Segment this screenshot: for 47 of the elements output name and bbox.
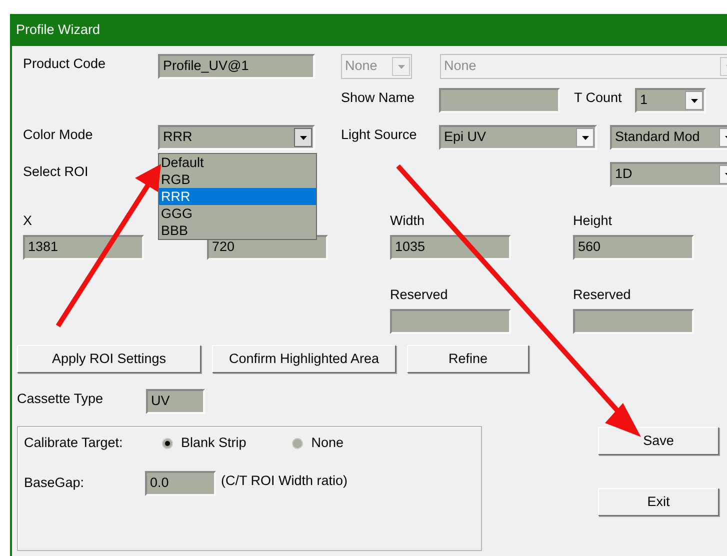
dropdown[interactable]: 1 [635, 88, 706, 113]
reserved-field[interactable] [390, 309, 511, 334]
field-label: Light Source [341, 127, 417, 142]
product-code-field[interactable]: Profile_UV@1 [158, 54, 315, 79]
field-label: X [23, 213, 32, 228]
window-title: Profile Wizard [16, 20, 100, 39]
caret-icon [582, 136, 588, 140]
dropdown-option[interactable]: Default [159, 154, 316, 171]
field-label: Calibrate Target: [24, 435, 123, 450]
dropdown[interactable]: RRR [158, 125, 315, 150]
field-label: Cassette Type [17, 391, 104, 406]
field-label: Product Code [23, 56, 106, 71]
dropdown-option[interactable]: RRR [159, 188, 316, 205]
push-button[interactable]: Save [598, 427, 719, 455]
field-label: Reserved [390, 287, 448, 302]
field-label: Reserved [573, 287, 631, 302]
roi-field[interactable]: 1381 [23, 235, 144, 260]
dropdown-option[interactable]: RGB [159, 171, 316, 188]
radio-label: Blank Strip [181, 434, 246, 452]
caret-icon [300, 136, 306, 140]
field-label: Width [390, 213, 425, 228]
field-label: Color Mode [23, 127, 93, 142]
roi-field[interactable]: 560 [573, 235, 694, 260]
caret-icon [398, 64, 404, 68]
radio-button[interactable] [292, 438, 304, 449]
dropdown[interactable]: 1D [610, 162, 727, 187]
reserved-field[interactable] [573, 309, 694, 334]
roi-field[interactable]: 1035 [390, 235, 511, 260]
field-label: Show Name [341, 90, 415, 105]
radio-label: None [311, 434, 344, 452]
dropdown[interactable]: Standard Mod [610, 125, 727, 150]
field-label: Select ROI [23, 164, 88, 179]
cassette-type-field[interactable]: UV [146, 389, 205, 414]
caret-icon [690, 98, 698, 102]
field-label: BaseGap: [24, 475, 84, 490]
base-gap-field[interactable]: 0.0 [145, 471, 216, 496]
dropdown-option[interactable]: GGG [159, 205, 316, 222]
push-button[interactable]: Refine [407, 345, 529, 373]
dropdown[interactable]: Epi UV [439, 125, 597, 150]
push-button[interactable]: Apply ROI Settings [17, 345, 201, 373]
field-label: Height [573, 213, 612, 228]
push-button[interactable]: Confirm Highlighted Area [212, 345, 396, 373]
field-note: (C/T ROI Width ratio) [221, 472, 348, 490]
push-button[interactable]: Exit [598, 488, 719, 516]
field-label: T Count [574, 90, 622, 105]
show-name-field[interactable] [439, 88, 560, 113]
radio-button[interactable] [162, 438, 173, 449]
